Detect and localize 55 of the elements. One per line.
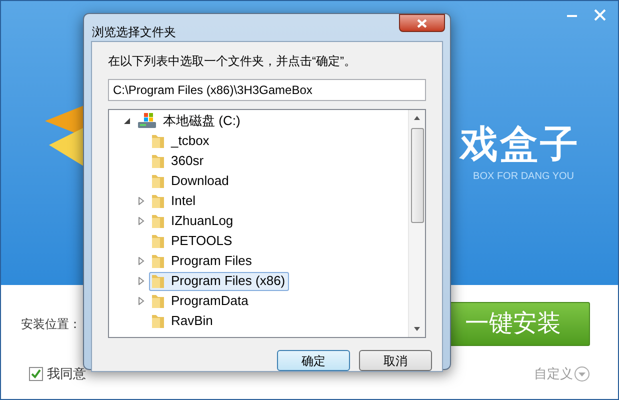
tree-item[interactable]: _tcbox <box>149 132 214 150</box>
folder-icon <box>151 273 165 289</box>
close-icon <box>417 18 427 28</box>
scroll-thumb[interactable] <box>410 128 424 223</box>
folder-icon <box>151 133 165 149</box>
tree-item[interactable]: Program Files (x86) <box>149 272 290 290</box>
close-button[interactable] <box>399 14 445 32</box>
dialog-title: 浏览选择文件夹 <box>92 24 176 41</box>
collapsed-triangle-icon[interactable] <box>137 257 145 265</box>
drive-icon <box>137 112 157 130</box>
folder-icon <box>151 293 165 309</box>
install-location-label: 安装位置： <box>21 316 81 333</box>
tree-item-label: ProgramData <box>171 292 248 310</box>
tree-item[interactable]: 360sr <box>149 152 208 170</box>
folder-icon <box>151 313 165 329</box>
tree-item-label: _tcbox <box>171 132 210 150</box>
folder-icon <box>151 253 165 269</box>
tree-item-label: RavBin <box>171 312 213 330</box>
collapsed-triangle-icon[interactable] <box>137 217 145 225</box>
close-icon[interactable] <box>594 9 606 21</box>
tree-item-label: Program Files <box>171 252 252 270</box>
tree-item-label: 本地磁盘 (C:) <box>163 112 240 130</box>
tree-item-label: IZhuanLog <box>171 212 234 230</box>
tree-item-label: Program Files (x86) <box>171 272 286 290</box>
folder-icon <box>151 193 165 209</box>
collapsed-triangle-icon[interactable] <box>137 297 145 305</box>
tree-item[interactable]: Download <box>149 172 233 190</box>
expanded-triangle-icon[interactable] <box>123 117 131 125</box>
collapsed-triangle-icon[interactable] <box>137 277 145 285</box>
path-field[interactable]: C:\Program Files (x86)\3H3GameBox <box>108 79 426 101</box>
tree-item-label: Download <box>171 172 229 190</box>
tree-item-label: 360sr <box>171 152 204 170</box>
folder-icon <box>151 213 165 229</box>
dropdown-circle-icon[interactable] <box>574 366 590 382</box>
ok-button[interactable]: 确定 <box>277 350 350 371</box>
scrollbar[interactable] <box>408 110 425 337</box>
agree-checkbox[interactable] <box>29 366 43 381</box>
agree-label: 我同意 <box>47 365 86 383</box>
tree-item-label: PETOOLS <box>171 232 232 250</box>
collapsed-triangle-icon[interactable] <box>137 197 145 205</box>
tree-item-label: Intel <box>171 192 196 210</box>
tree-item[interactable]: Intel <box>149 192 200 210</box>
instruction-text: 在以下列表中选取一个文件夹，并点击“确定”。 <box>108 53 357 70</box>
brand-subtitle: BOX FOR DANG YOU <box>473 170 574 184</box>
tree-item[interactable]: IZhuanLog <box>149 212 238 230</box>
folder-icon <box>151 153 165 169</box>
folder-icon <box>151 233 165 249</box>
tree-item[interactable]: Program Files <box>149 252 256 270</box>
cancel-button[interactable]: 取消 <box>359 350 432 371</box>
tree-item[interactable]: RavBin <box>149 312 217 330</box>
brand-title: 戏盒子 <box>460 125 580 165</box>
tree-item[interactable]: 本地磁盘 (C:) <box>135 112 244 130</box>
folder-icon <box>151 173 165 189</box>
tree-item[interactable]: PETOOLS <box>149 232 236 250</box>
tree-item[interactable]: ProgramData <box>149 292 252 310</box>
